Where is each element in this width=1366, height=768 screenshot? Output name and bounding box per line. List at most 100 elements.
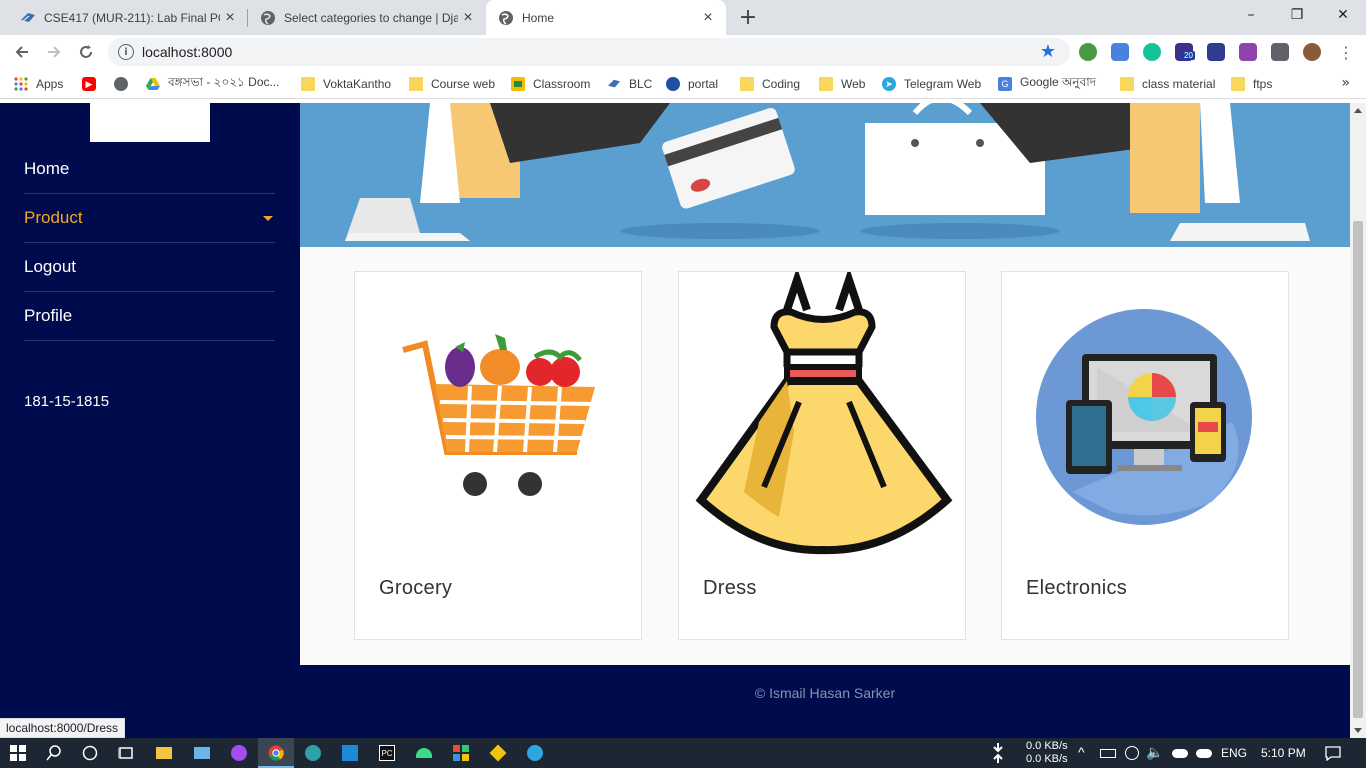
cortana-icon[interactable] [80, 743, 100, 763]
bookmark-label: বঙ্গসভা - ২০২১ Doc... [168, 75, 280, 89]
network-speed-arrows-icon [988, 743, 1008, 763]
category-card-grocery[interactable]: Grocery [354, 271, 642, 640]
page-scrollbar[interactable] [1350, 103, 1366, 738]
bookmark-class-material[interactable]: class material [1120, 75, 1215, 93]
menu-kebab-icon[interactable]: ⋮ [1334, 40, 1358, 64]
bookmark-star-icon[interactable]: ★ [1040, 41, 1056, 62]
cloud-sync-icon[interactable] [1194, 743, 1214, 763]
address-bar[interactable]: i localhost:8000 ★ [108, 38, 1070, 66]
scroll-up-arrow-icon[interactable] [1354, 108, 1362, 113]
grocery-cart-image [402, 334, 595, 496]
url-text[interactable]: localhost:8000 [142, 44, 232, 60]
maximize-button[interactable]: ❐ [1274, 0, 1320, 30]
page-footer: © Ismail Hasan Sarker [300, 665, 1350, 738]
sidebar-item-logout[interactable]: Logout [24, 243, 275, 292]
onedrive-cloud-icon[interactable] [1170, 743, 1190, 763]
vpn-extension-icon[interactable] [1207, 43, 1225, 61]
folder-icon [1120, 77, 1134, 91]
globe-icon [498, 10, 514, 26]
online-shopping-illustration [300, 103, 1350, 247]
bookmark-voktakantho[interactable]: VoktaKantho [301, 75, 391, 93]
reload-icon[interactable] [74, 40, 98, 64]
task-view-icon[interactable] [116, 743, 136, 763]
notification-center-icon[interactable] [1323, 743, 1343, 763]
new-tab-button[interactable]: + [736, 5, 760, 30]
bookmark-classroom[interactable]: Classroom [511, 75, 590, 93]
grammarly-icon[interactable] [1143, 43, 1161, 61]
sidebar-item-label: Profile [24, 306, 73, 325]
bookmark-course-web[interactable]: Course web [409, 75, 495, 93]
bookmark-portal[interactable]: portal [666, 75, 718, 93]
bookmark-ftps[interactable]: ftps [1231, 75, 1272, 93]
sidebar-item-home[interactable]: Home [24, 145, 275, 194]
office-icon[interactable] [451, 743, 471, 763]
browser-tab[interactable]: CSE417 (MUR-211): Lab Final PC- × [8, 0, 248, 35]
classroom-icon [511, 77, 525, 91]
browser-tab[interactable]: Select categories to change | Dja × [248, 0, 486, 35]
bookmark-web[interactable]: Web [819, 75, 865, 93]
folder-icon [740, 77, 754, 91]
folder-icon [1231, 77, 1245, 91]
close-window-button[interactable]: ✕ [1320, 0, 1366, 30]
input-language[interactable]: ENG [1221, 746, 1247, 760]
bookmark-apps[interactable]: Apps [14, 75, 63, 93]
chrome-icon[interactable] [266, 743, 286, 763]
category-card-electronics[interactable]: Electronics [1001, 271, 1289, 640]
windows-start-icon[interactable] [8, 743, 28, 763]
hero-banner [300, 103, 1350, 247]
site-logo[interactable] [90, 103, 210, 142]
bookmark-label: BLC [629, 77, 653, 91]
bookmark-youtube[interactable]: ▶ [82, 75, 104, 93]
battery-icon[interactable] [1098, 743, 1118, 763]
show-hidden-icons[interactable]: ^ [1078, 744, 1085, 760]
vscode-icon[interactable] [340, 743, 360, 763]
volume-icon[interactable]: 🔈 [1146, 744, 1163, 761]
messenger-icon[interactable] [229, 743, 249, 763]
more-bookmarks-icon[interactable]: » [1341, 75, 1350, 91]
bookmark-google-translate[interactable]: G Google অনুবাদ [998, 75, 1096, 93]
sidebar-item-product[interactable]: Product [24, 194, 275, 243]
scrollbar-thumb[interactable] [1353, 221, 1363, 718]
android-studio-icon[interactable] [414, 743, 434, 763]
pen-extension-icon[interactable] [1239, 43, 1257, 61]
folder-icon [409, 77, 423, 91]
site-info-icon[interactable]: i [118, 44, 134, 60]
telegram-icon[interactable] [525, 743, 545, 763]
page-viewport: Home Product Logout Profile 181-15-1815 [0, 103, 1350, 738]
clock-time[interactable]: 5:10 PM [1261, 746, 1306, 760]
forward-arrow-icon[interactable] [42, 40, 66, 64]
bookmark-doc[interactable]: বঙ্গসভা - ২০২১ Doc... [146, 75, 280, 93]
minimize-button[interactable]: – [1228, 0, 1274, 30]
bookmark-coding[interactable]: Coding [740, 75, 800, 93]
scholar-extension-icon[interactable]: 20 [1175, 43, 1195, 61]
apps-grid-icon [14, 77, 28, 91]
sidebar-item-profile[interactable]: Profile [24, 292, 275, 341]
bookmark-globe[interactable] [114, 75, 136, 93]
extensions-puzzle-icon[interactable] [1271, 43, 1289, 61]
search-icon[interactable] [44, 743, 64, 763]
file-explorer-icon[interactable] [154, 743, 174, 763]
this-pc-icon[interactable] [192, 743, 212, 763]
extension-globe-icon[interactable] [1079, 43, 1097, 61]
google-translate-icon[interactable] [1111, 43, 1129, 61]
youtube-icon: ▶ [82, 77, 96, 91]
profile-avatar[interactable] [1303, 43, 1321, 61]
category-card-dress[interactable]: Dress [678, 271, 966, 640]
bookmark-telegram[interactable]: ➤ Telegram Web [882, 75, 981, 93]
edge-icon[interactable] [303, 743, 323, 763]
globe-icon [260, 10, 276, 26]
close-tab-icon[interactable]: × [458, 8, 478, 28]
browser-toolbar: i localhost:8000 ★ 20 ⋮ [0, 35, 1366, 69]
pycharm-icon[interactable]: PC [377, 743, 397, 763]
git-icon[interactable] [488, 743, 508, 763]
close-tab-icon[interactable]: × [698, 8, 718, 28]
sidebar-item-label: Home [24, 159, 70, 178]
bookmark-blc[interactable]: BLC [607, 75, 652, 93]
drive-icon [146, 77, 160, 91]
network-globe-icon[interactable] [1122, 743, 1142, 763]
back-arrow-icon[interactable] [10, 40, 34, 64]
scroll-down-arrow-icon[interactable] [1354, 728, 1362, 733]
browser-tab-active[interactable]: Home × [486, 0, 726, 35]
bookmark-label: ftps [1253, 77, 1273, 91]
close-tab-icon[interactable]: × [220, 8, 240, 28]
